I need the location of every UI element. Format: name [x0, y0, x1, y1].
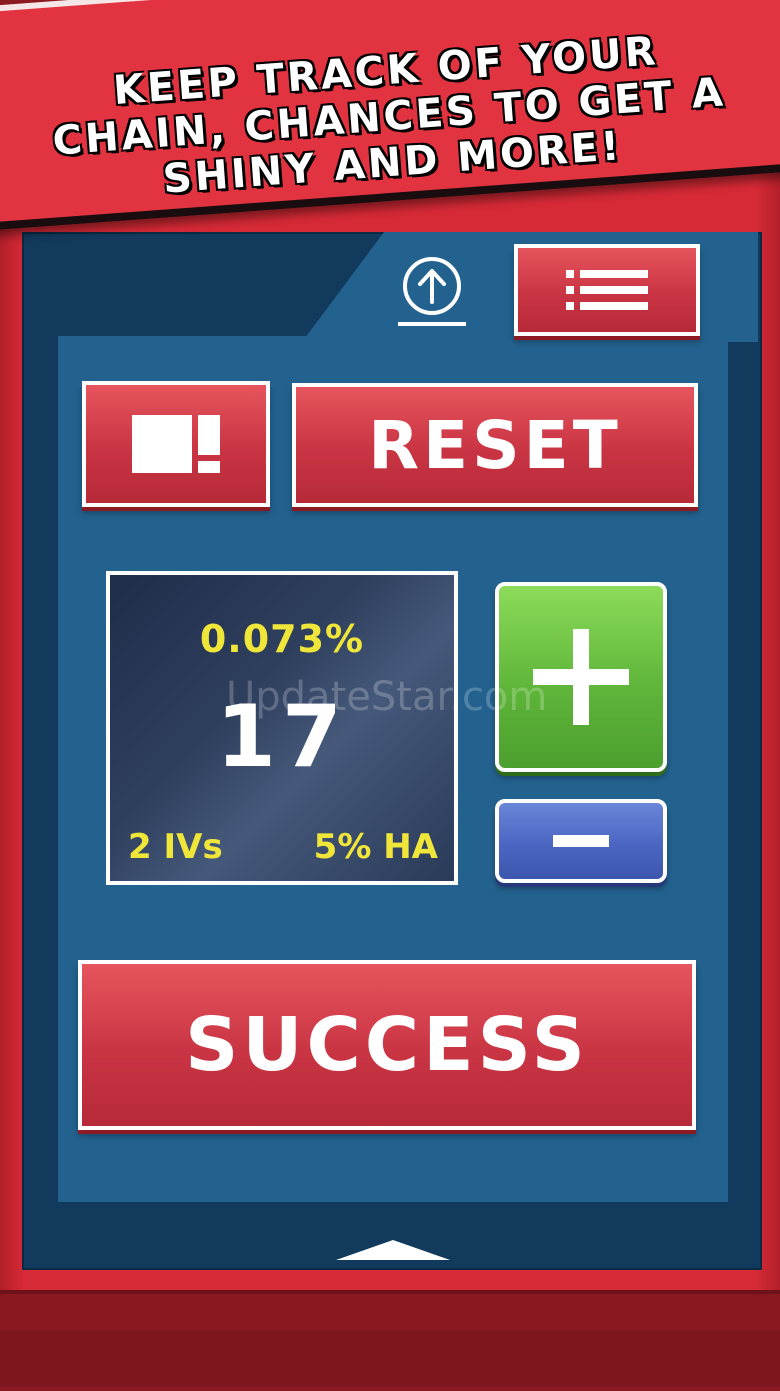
layout-toggle-icon: [132, 415, 220, 473]
reset-button[interactable]: RESET: [292, 383, 698, 507]
minus-icon: [553, 835, 609, 847]
upload-circle-icon: [398, 257, 466, 326]
layout-toggle-button[interactable]: [82, 381, 270, 507]
list-menu-icon: [566, 270, 648, 310]
menu-button[interactable]: [514, 244, 700, 336]
caret-up-icon: [336, 1240, 450, 1260]
success-button[interactable]: SUCCESS: [78, 960, 696, 1130]
ivs-label: 2 IVs: [128, 827, 223, 867]
upload-button[interactable]: [397, 254, 467, 330]
swipe-up-handle[interactable]: [336, 1238, 450, 1260]
device-bottom-lip: [0, 1330, 780, 1387]
hidden-ability-label: 5% HA: [313, 827, 438, 867]
decrement-button[interactable]: [495, 799, 667, 883]
shiny-chance: 0.073%: [199, 617, 365, 661]
watermark: UpdateStar.com: [226, 674, 548, 720]
counter-display: 0.073% 17 2 IVs 5% HA: [106, 571, 458, 885]
